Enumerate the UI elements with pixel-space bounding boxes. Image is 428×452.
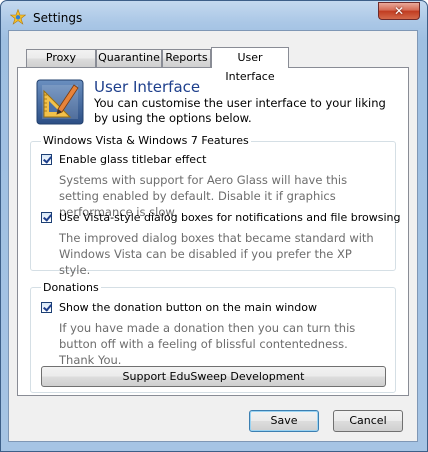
donation-button-checkbox[interactable]	[41, 302, 52, 313]
tab-proxy-server[interactable]: Proxy Server	[26, 49, 96, 80]
tab-quarantine[interactable]: Quarantine	[96, 49, 162, 67]
glass-titlebar-checkbox[interactable]	[41, 154, 52, 165]
ruler-pencil-icon	[36, 79, 84, 125]
donation-button-label[interactable]: Show the donation button on the main win…	[59, 301, 317, 314]
section-title: User Interface	[94, 78, 201, 96]
glass-titlebar-label[interactable]: Enable glass titlebar effect	[59, 153, 206, 166]
tab-reports[interactable]: Reports	[162, 49, 211, 67]
save-button[interactable]: Save	[249, 410, 319, 432]
vista-group-label: Windows Vista & Windows 7 Features	[41, 134, 251, 147]
donations-group-label: Donations	[41, 281, 101, 294]
close-icon: ✕	[393, 4, 405, 18]
donation-button-description: If you have made a donation then you can…	[59, 321, 356, 367]
vista-dialogs-checkbox[interactable]	[41, 212, 52, 223]
title-bar[interactable]: Settings ✕	[1, 1, 427, 31]
tab-user-interface[interactable]: User Interface	[211, 47, 289, 83]
cancel-button[interactable]: Cancel	[333, 410, 403, 432]
support-development-button[interactable]: Support EduSweep Development	[41, 366, 386, 387]
window-title: Settings	[33, 11, 83, 25]
vista-dialogs-label[interactable]: Use Vista-style dialog boxes for notific…	[59, 211, 400, 224]
app-star-icon	[10, 9, 26, 25]
vista-dialogs-description: The improved dialog boxes that became st…	[59, 231, 374, 277]
section-description: You can customise the user interface to …	[94, 96, 386, 125]
close-button[interactable]: ✕	[378, 2, 420, 20]
